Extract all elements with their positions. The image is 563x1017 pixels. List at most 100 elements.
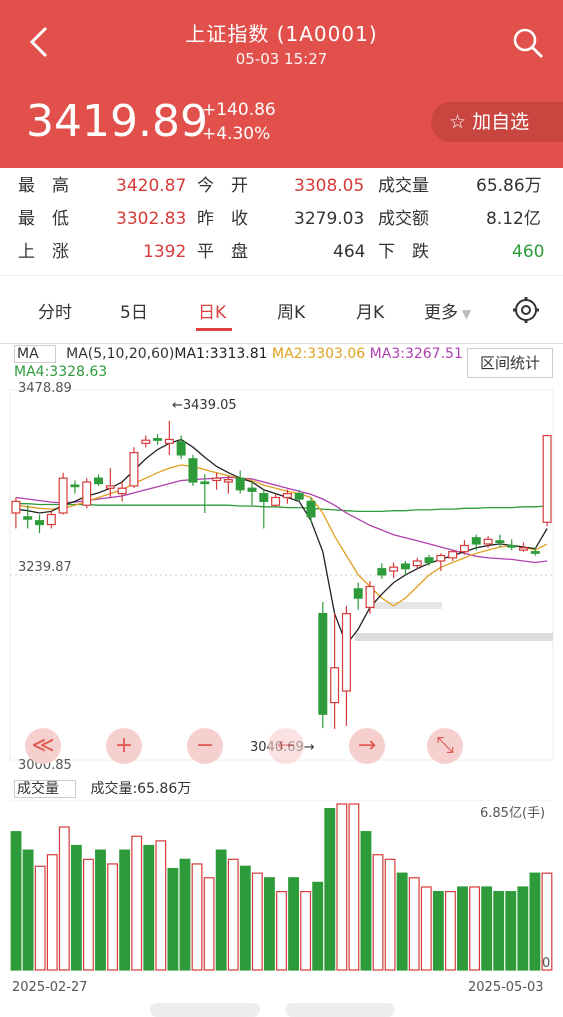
stat-value-low: 3302.83 (116, 209, 187, 229)
candle-body (164, 438, 174, 444)
volume-bar (143, 844, 155, 971)
candle-body (105, 485, 115, 489)
zoom-in-icon[interactable]: + (106, 728, 142, 764)
volume-chart[interactable] (0, 800, 563, 975)
candle-body (117, 487, 127, 495)
candle-body (400, 563, 410, 570)
candle-body (377, 568, 387, 576)
volume-bar (336, 803, 348, 971)
volume-bar (83, 858, 94, 971)
volume-bar (58, 826, 70, 971)
zoom-out-icon[interactable]: − (187, 728, 223, 764)
volume-bar (517, 886, 529, 971)
candle-body (412, 560, 422, 567)
price-band (372, 601, 442, 609)
add-favorite-label: 加自选 (472, 111, 530, 133)
candle-body (11, 500, 21, 514)
volume-bar (420, 886, 432, 971)
scroll-left-fast-icon[interactable]: ≪ (25, 728, 61, 764)
candle-body (153, 438, 163, 441)
candle-body (82, 481, 92, 506)
ma3-value: MA3:3267.51 (369, 346, 463, 362)
candlestick-chart[interactable] (0, 378, 563, 773)
candle-body (247, 487, 257, 492)
candle-body (271, 496, 281, 506)
volume-indicator-selector[interactable]: 成交量 (14, 780, 76, 798)
candle-body (212, 477, 222, 482)
candle-body (389, 566, 399, 572)
candle-body (424, 557, 434, 564)
tab-daily-k[interactable]: 日K (198, 298, 226, 323)
current-price: 3419.89 (26, 96, 208, 147)
candle-body (330, 667, 340, 704)
volume-bar (227, 858, 239, 971)
y-axis-mid-label: 3239.87 (18, 560, 72, 575)
tab-more[interactable]: 更多 ▼ (424, 298, 471, 323)
volume-bar (312, 881, 324, 971)
ma-params: MA(5,10,20,60) (66, 346, 175, 362)
tab-monthly-k[interactable]: 月K (356, 298, 384, 323)
fullscreen-icon[interactable]: ⤡ (427, 728, 463, 764)
stat-label: 成交额 (378, 209, 429, 229)
candle-body (70, 484, 80, 488)
candle-body (94, 477, 104, 485)
volume-bar (119, 849, 131, 971)
volume-bar (529, 872, 541, 971)
candle-body (23, 516, 33, 520)
update-time: 05-03 15:27 (235, 50, 328, 68)
stat-value-high: 3420.87 (116, 176, 187, 196)
candle-body (353, 588, 363, 599)
candle-body (141, 439, 151, 444)
stat-value-unchanged: 464 (333, 242, 366, 262)
volume-bar (481, 886, 493, 971)
candle-body (200, 481, 210, 485)
candle-body (530, 551, 540, 554)
volume-bar (191, 863, 203, 971)
bottom-button[interactable] (150, 1003, 260, 1017)
scroll-left-icon[interactable]: ← (268, 728, 304, 764)
tab-weekly-k[interactable]: 周K (277, 298, 305, 323)
ma-legend: MA MA(5,10,20,60)MA1:3313.81 MA2:3303.06… (14, 345, 464, 381)
volume-bar (445, 891, 456, 971)
volume-bar (324, 808, 336, 971)
price-band (355, 632, 553, 641)
volume-bar (457, 886, 468, 971)
change-percent: +4.30% (202, 124, 271, 144)
stat-value-volume: 65.86万 (476, 176, 542, 196)
volume-bar (10, 831, 22, 971)
candle-body (129, 452, 139, 487)
scroll-right-icon[interactable]: → (349, 728, 385, 764)
volume-bar (70, 844, 82, 971)
page-title: 上证指数 (1A0001) (185, 22, 378, 46)
volume-bar (396, 872, 408, 971)
candle-body (188, 458, 198, 483)
add-favorite-button[interactable]: ☆ 加自选 (431, 102, 563, 142)
volume-bar (34, 865, 46, 971)
volume-bar (203, 877, 215, 971)
tab-5day[interactable]: 5日 (120, 298, 148, 323)
volume-bar (348, 803, 360, 971)
volume-bar (408, 877, 420, 971)
divider (0, 343, 563, 344)
volume-value: 成交量:65.86万 (90, 781, 192, 797)
volume-bar (95, 849, 106, 971)
stat-label: 昨 收 (197, 209, 248, 229)
candle-body (294, 493, 304, 500)
volume-bar (251, 872, 263, 971)
stat-value-advance: 1392 (143, 242, 187, 262)
candle-body (518, 547, 528, 551)
candle-body (459, 544, 469, 553)
candle-body (259, 493, 269, 502)
tab-more-label: 更多 (424, 303, 458, 323)
search-icon[interactable] (511, 26, 545, 60)
gear-icon[interactable] (512, 296, 540, 324)
caret-down-icon: ▼ (458, 307, 472, 321)
volume-bar (432, 891, 444, 971)
stats-panel: 最 高 3420.87 今 开 3308.05 成交量 65.86万 最 低 3… (0, 168, 563, 274)
candle-body (223, 479, 233, 483)
indicator-selector[interactable]: MA (14, 345, 56, 363)
bottom-button[interactable] (285, 1003, 395, 1017)
stat-value-decline: 460 (512, 242, 545, 262)
tab-intraday[interactable]: 分时 (38, 298, 72, 323)
range-stats-button[interactable]: 区间统计 (467, 348, 553, 378)
